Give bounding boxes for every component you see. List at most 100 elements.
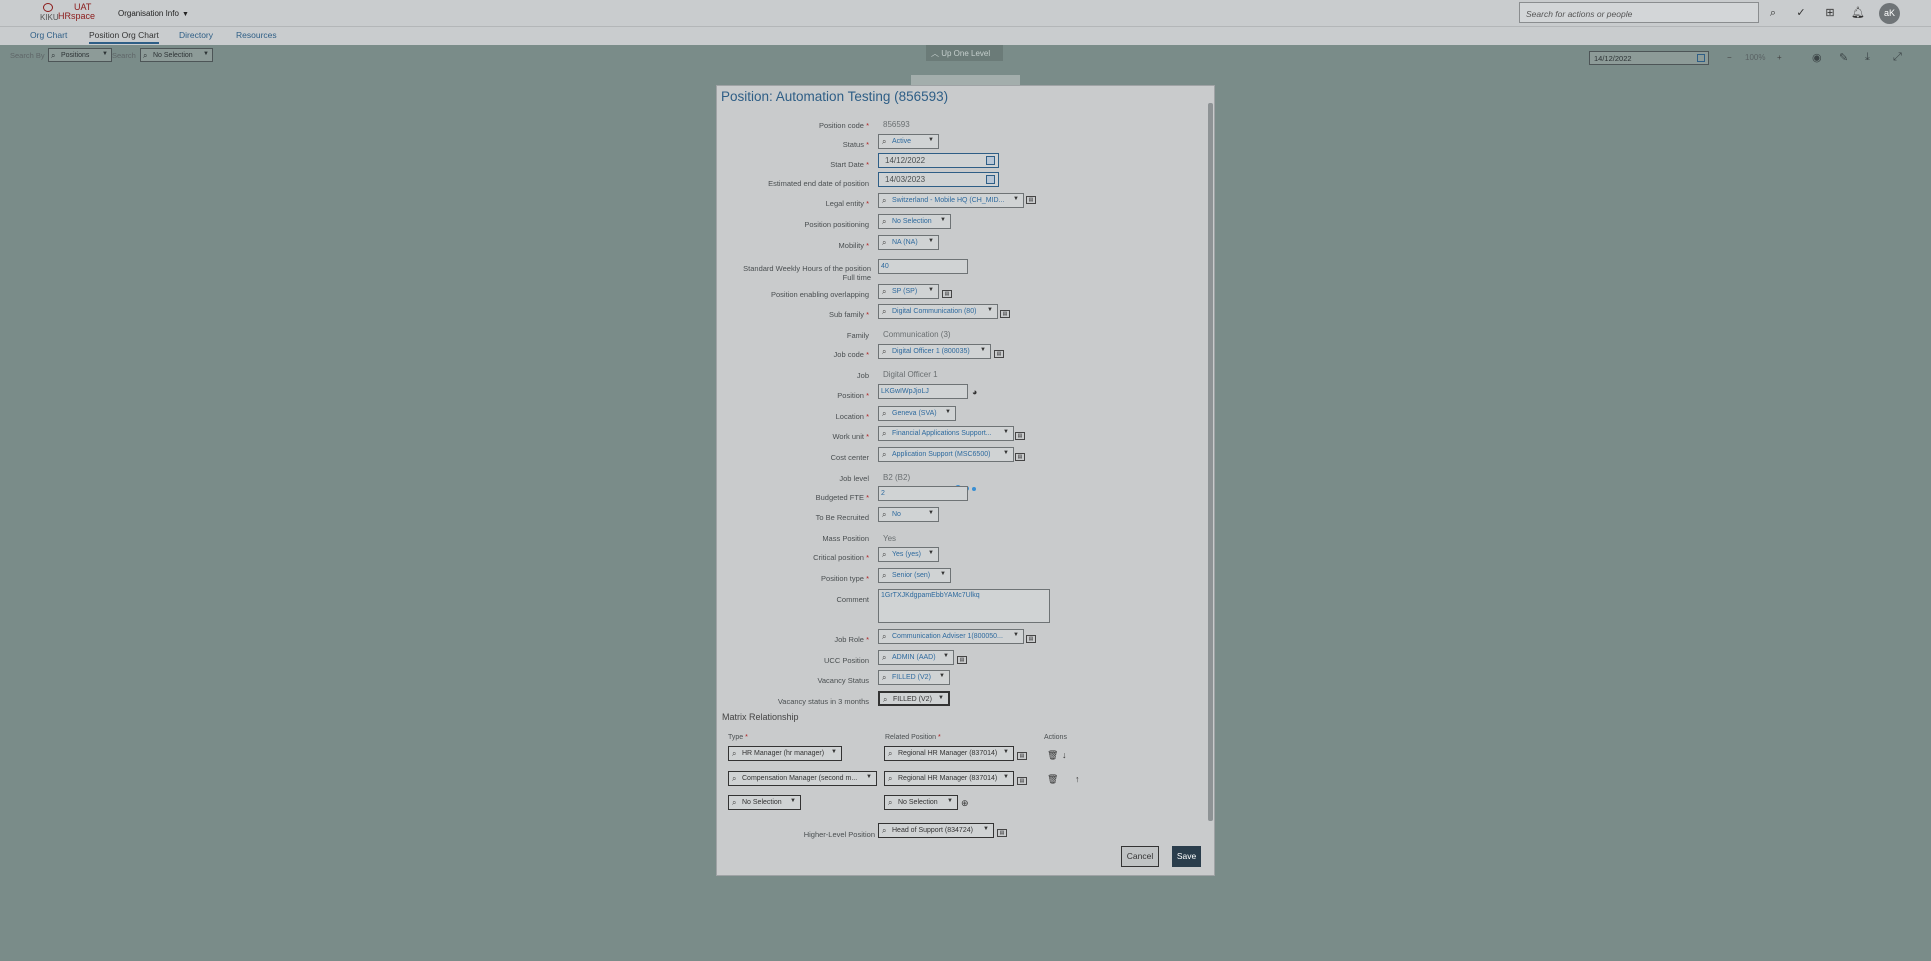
position-positioning-select[interactable]: ⌕ No Selection ▼ xyxy=(878,214,951,229)
user-avatar[interactable]: aK xyxy=(1879,3,1900,24)
matrix-row-2-related-select[interactable]: ⌕ Regional HR Manager (837014) ▼ xyxy=(884,771,1014,786)
logo-text-hrspace: HRspace xyxy=(58,11,96,21)
ucc-position-select[interactable]: ⌕ ADMIN (AAD) ▼ xyxy=(878,650,954,665)
vacancy-status-select[interactable]: ⌕ FILLED (V2) ▼ xyxy=(878,670,950,685)
chevron-down-icon: ▼ xyxy=(790,798,796,804)
up-one-level-button[interactable]: ︿ Up One Level xyxy=(926,45,1003,61)
add-icon[interactable]: ⊕ xyxy=(961,798,969,809)
chevron-down-icon: ▼ xyxy=(938,695,944,701)
arrow-down-icon[interactable]: ↓ xyxy=(1062,750,1067,760)
end-date-input[interactable]: 14/03/2023 xyxy=(878,172,999,187)
dialog-scrollbar[interactable] xyxy=(1208,103,1213,821)
chevron-down-icon: ▼ xyxy=(928,510,934,516)
work-unit-details-icon[interactable]: ▤ xyxy=(1015,432,1025,440)
position-type-select[interactable]: ⌕ Senior (sen) ▼ xyxy=(878,568,951,583)
notifications-bell-icon[interactable]: 🔔︎ xyxy=(1850,5,1866,21)
search-icon: ⌕ xyxy=(888,749,893,758)
job-value: Digital Officer 1 xyxy=(883,370,938,379)
matrix-row-3-related-select[interactable]: ⌕ No Selection ▼ xyxy=(884,795,958,810)
vacancy-3m-select[interactable]: ⌕ FILLED (V2) ▼ xyxy=(878,691,950,706)
to-be-recruited-select[interactable]: ⌕ No ▼ xyxy=(878,507,939,522)
work-unit-select[interactable]: ⌕ Financial Applications Support... ▼ xyxy=(878,426,1014,441)
translate-icon[interactable]: ◕ xyxy=(972,387,977,397)
search-select[interactable]: ⌕ No Selection ▼ xyxy=(140,48,213,62)
download-icon[interactable]: ⤓ xyxy=(1865,51,1870,64)
weekly-hours-input[interactable]: 40 xyxy=(878,259,968,274)
position-input[interactable]: LKGwIWpJjoLJ xyxy=(878,384,968,399)
organisation-info-menu[interactable]: Organisation Info ▼ xyxy=(118,9,189,18)
matrix-row-3-type-select[interactable]: ⌕ No Selection ▼ xyxy=(728,795,801,810)
chevron-down-icon: ▼ xyxy=(1003,774,1009,780)
chevron-down-icon: ▼ xyxy=(939,673,945,679)
comment-textarea[interactable]: 1GrTXJKdgpamEbbYAMc7Ulkq xyxy=(878,589,1050,623)
critical-position-select[interactable]: ⌕ Yes (yes) ▼ xyxy=(878,547,939,562)
position-positioning-label: Position positioning xyxy=(804,220,869,229)
search-icon: ⌕ xyxy=(882,429,887,438)
matrix-row-2-details-icon[interactable]: ▤ xyxy=(1017,777,1027,785)
start-date-input[interactable]: 14/12/2022 xyxy=(878,153,999,168)
chevron-down-icon: ▼ xyxy=(1003,749,1009,755)
legal-entity-select[interactable]: ⌕ Switzerland - Mobile HQ (CH_MID... ▼ xyxy=(878,193,1024,208)
company-logo[interactable]: KIKU UAT HRspace xyxy=(40,2,96,23)
tab-position-org-chart[interactable]: Position Org Chart xyxy=(89,30,159,44)
to-be-recruited-label: To Be Recruited xyxy=(815,513,869,522)
tab-org-chart[interactable]: Org Chart xyxy=(30,30,67,40)
family-label: Family xyxy=(846,331,869,340)
comment-label: Comment xyxy=(836,595,869,604)
matrix-row-1-details-icon[interactable]: ▤ xyxy=(1017,752,1027,760)
approvals-icon[interactable]: ✓ xyxy=(1793,5,1809,21)
mobility-select[interactable]: ⌕ NA (NA) ▼ xyxy=(878,235,939,250)
search-icon[interactable]: ⌕ xyxy=(1765,5,1781,21)
cancel-button[interactable]: Cancel xyxy=(1121,846,1159,867)
ucc-position-details-icon[interactable]: ▤ xyxy=(957,656,967,664)
search-by-select[interactable]: ⌕ Positions ▼ xyxy=(48,48,112,62)
zoom-out-icon[interactable]: − xyxy=(1727,53,1732,62)
position-dialog: Position: Automation Testing (856593) Po… xyxy=(716,85,1215,876)
matrix-row-2-type-select[interactable]: ⌕ Compensation Manager (second m... ▼ xyxy=(728,771,877,786)
job-role-details-icon[interactable]: ▤ xyxy=(1026,635,1036,643)
calendar-icon[interactable] xyxy=(1697,54,1705,62)
budgeted-fte-input[interactable]: 2 xyxy=(878,486,968,501)
key-date-input[interactable]: 14/12/2022 xyxy=(1589,51,1709,65)
matrix-row-1-type-select[interactable]: ⌕ HR Manager (hr manager) ▼ xyxy=(728,746,842,761)
overlapping-details-icon[interactable]: ▤ xyxy=(942,290,952,298)
eye-icon[interactable]: ◉ xyxy=(1812,51,1822,64)
logo-text-kiku: KIKU xyxy=(40,13,59,22)
zoom-in-icon[interactable]: + xyxy=(1777,53,1782,62)
tab-resources[interactable]: Resources xyxy=(236,30,277,40)
global-search-input[interactable]: Search for actions or people xyxy=(1519,2,1759,23)
up-one-level-label: Up One Level xyxy=(941,49,991,58)
vacancy-status-label: Vacancy Status xyxy=(817,676,869,685)
chevron-down-icon: ▼ xyxy=(866,774,872,780)
location-select[interactable]: ⌕ Geneva (SVA) ▼ xyxy=(878,406,956,421)
edit-icon[interactable]: ✎ xyxy=(1839,51,1848,64)
sub-family-select[interactable]: ⌕ Digital Communication (80) ▼ xyxy=(878,304,998,319)
job-role-select[interactable]: ⌕ Communication Adviser 1(800050... ▼ xyxy=(878,629,1024,644)
delete-icon[interactable]: 🗑︎ xyxy=(1047,750,1058,761)
legal-entity-details-icon[interactable]: ▤ xyxy=(1026,196,1036,204)
app-switcher-icon[interactable]: ⊞ xyxy=(1822,5,1838,21)
status-select[interactable]: ⌕ Active ▼ xyxy=(878,134,939,149)
fullscreen-icon[interactable]: ⤢ xyxy=(1893,51,1902,64)
search-icon: ⌕ xyxy=(882,571,887,580)
chevron-down-icon: ▼ xyxy=(928,238,934,244)
sub-family-details-icon[interactable]: ▤ xyxy=(1000,310,1010,318)
higher-level-select[interactable]: ⌕ Head of Support (834724) ▼ xyxy=(878,823,994,838)
arrow-up-icon[interactable]: ↑ xyxy=(1075,774,1080,784)
delete-icon[interactable]: 🗑︎ xyxy=(1047,774,1058,785)
cost-center-select[interactable]: ⌕ Application Support (MSC6500) ▼ xyxy=(878,447,1014,462)
zoom-level: 100% xyxy=(1745,53,1766,62)
search-icon: ⌕ xyxy=(882,217,887,226)
higher-level-details-icon[interactable]: ▤ xyxy=(997,829,1007,837)
save-button[interactable]: Save xyxy=(1172,846,1201,867)
budgeted-fte-label: Budgeted FTE * xyxy=(815,493,869,502)
tab-directory[interactable]: Directory xyxy=(179,30,213,40)
cost-center-details-icon[interactable]: ▤ xyxy=(1015,453,1025,461)
search-icon: ⌕ xyxy=(883,695,888,704)
position-code-label: Position code * xyxy=(818,121,869,130)
matrix-row-1-related-select[interactable]: ⌕ Regional HR Manager (837014) ▼ xyxy=(884,746,1014,761)
job-code-select[interactable]: ⌕ Digital Officer 1 (800035) ▼ xyxy=(878,344,991,359)
job-code-details-icon[interactable]: ▤ xyxy=(994,350,1004,358)
dialog-title: Position: Automation Testing (856593) xyxy=(721,89,949,104)
overlapping-select[interactable]: ⌕ SP (SP) ▼ xyxy=(878,284,939,299)
